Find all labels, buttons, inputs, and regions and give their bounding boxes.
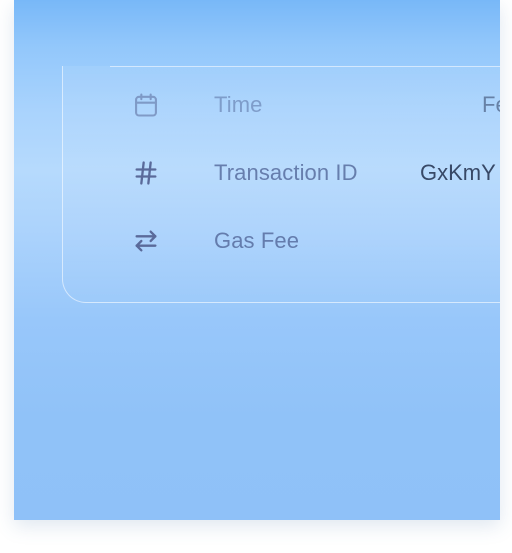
hash-icon bbox=[135, 161, 157, 185]
detail-value-transaction-id[interactable]: GxKmY bbox=[420, 159, 496, 187]
swap-arrows-icon bbox=[135, 230, 157, 252]
detail-label-transaction-id: Transaction ID bbox=[214, 160, 358, 185]
detail-label-gas-fee: Gas Fee bbox=[214, 228, 300, 253]
details-panel: Time Fe Transaction ID GxKmY Gas Fee bbox=[14, 0, 500, 520]
detail-row-gas-fee: Gas Fee bbox=[14, 223, 500, 257]
detail-label-time: Time bbox=[214, 92, 263, 117]
calendar-icon bbox=[135, 93, 157, 117]
detail-row-time: Time Fe bbox=[14, 87, 500, 121]
detail-value-time: Fe bbox=[482, 92, 500, 117]
detail-row-transaction-id: Transaction ID GxKmY bbox=[14, 155, 500, 189]
